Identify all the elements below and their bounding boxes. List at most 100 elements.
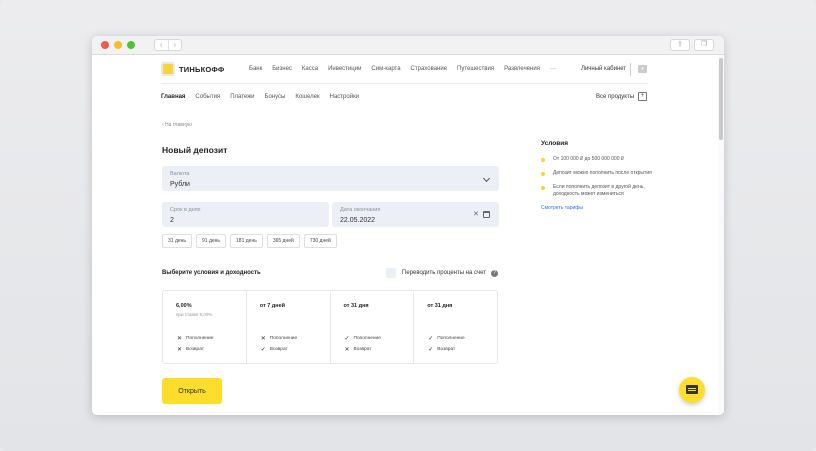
card-title: 6,00% (176, 303, 192, 309)
calendar-icon[interactable] (483, 211, 490, 218)
main-content: ‹ На главную Новый депозит Валюта Рубли … (92, 112, 718, 415)
bullet-dot-icon (541, 172, 545, 176)
aside-item: От 100 000 ₽ до 500 000 000 ₽ (541, 156, 661, 163)
account-link[interactable]: Личный кабинет (581, 66, 626, 72)
topnav-item-investments[interactable]: Инвестиции (328, 66, 361, 72)
account-menu-icon[interactable]: ▾ (638, 65, 647, 73)
subnav-item-events[interactable]: События (195, 94, 220, 100)
check-icon: ✓ (428, 336, 434, 342)
term-label: Срок в днях (170, 207, 201, 213)
subnav-item-bonuses[interactable]: Бонусы (265, 94, 286, 100)
clear-icon[interactable]: ✕ (473, 210, 479, 218)
bullet-dot-icon (541, 158, 545, 162)
open-deposit-button[interactable]: Открыть (162, 378, 222, 404)
card-title: от 31 дня (427, 303, 453, 309)
subnav-item-settings[interactable]: Настройки (330, 94, 359, 100)
topnav-item-entertainment[interactable]: Развлечения (504, 66, 540, 72)
condition-card[interactable]: от 7 дней ✕ Пополнение ✓ Возврат (247, 291, 331, 363)
conditions-aside: Условия От 100 000 ₽ до 500 000 000 ₽ Де… (541, 140, 661, 211)
aside-item-text: Если пополнить депозит в другой день, до… (553, 184, 645, 197)
end-date-value: 22.05.2022 (340, 217, 376, 224)
topnav-item-kassa[interactable]: Касса (302, 66, 318, 72)
cross-icon: ✕ (344, 347, 350, 353)
subnav-item-wallet[interactable]: Кошелек (295, 94, 319, 100)
condition-card[interactable]: от 31 дня ✓ Пополнение ✕ Возврат (331, 291, 415, 363)
card-title: от 31 дня (343, 303, 369, 309)
chat-bubble-icon (686, 385, 698, 394)
card-row-return: ✕ Возврат (176, 346, 204, 353)
subnav-item-payments[interactable]: Платежи (230, 94, 254, 100)
aside-item-text: Депозит можно пополнить после открытия (553, 170, 652, 176)
close-window-button[interactable] (101, 41, 109, 49)
row-label: Пополнение (437, 336, 465, 341)
row-label: Возврат (269, 347, 288, 352)
currency-label: Валюта (170, 171, 190, 177)
row-label: Пополнение (269, 336, 298, 341)
topnav-item-travel[interactable]: Путешествия (457, 66, 494, 72)
back-to-main-link[interactable]: ‹ На главную (162, 122, 192, 128)
chat-button[interactable] (679, 377, 705, 403)
end-date-label: Дата окончания (340, 207, 381, 213)
sub-navigation: Главная События Платежи Бонусы Кошелек Н… (92, 84, 718, 112)
aside-title: Условия (541, 140, 569, 147)
logo-text: ТИНЬКОФФ (179, 64, 225, 74)
aside-item-text: От 100 000 ₽ до 500 000 000 ₽ (553, 156, 625, 162)
maximize-window-button[interactable] (127, 41, 135, 49)
conditions-cards: 6,00% при ставке 6,00% ✕ Пополнение ✕ Во… (162, 290, 498, 364)
row-label: Пополнение (186, 336, 214, 341)
currency-select[interactable]: Валюта Рубли (162, 166, 499, 191)
aside-item: Если пополнить депозит в другой день, до… (541, 184, 661, 198)
check-icon: ✓ (428, 347, 434, 353)
grid-plus-icon[interactable]: + (638, 92, 647, 101)
view-tariffs-link[interactable]: Смотреть тарифы (541, 205, 661, 211)
topnav-item-insurance[interactable]: Страхование (411, 66, 447, 72)
transfer-interest-checkbox[interactable] (386, 268, 396, 278)
term-chip-31[interactable]: 31 день (162, 234, 193, 248)
subnav-item-main[interactable]: Главная (161, 94, 185, 100)
end-date-input[interactable]: Дата окончания 22.05.2022 ✕ (332, 202, 499, 227)
minimize-window-button[interactable] (114, 41, 122, 49)
scrollbar-thumb[interactable] (719, 58, 723, 140)
currency-value: Рубли (170, 181, 190, 188)
chevron-down-icon (482, 174, 491, 183)
bullet-dot-icon (541, 186, 545, 190)
card-row-return: ✕ Возврат (344, 346, 372, 353)
term-chip-181[interactable]: 181 день (230, 234, 263, 248)
cross-icon: ✕ (260, 336, 266, 342)
check-icon: ✓ (260, 347, 266, 353)
term-presets: 31 день 91 день 181 день 365 дней 730 дн… (162, 234, 341, 248)
card-row-topup: ✕ Пополнение (260, 335, 297, 342)
tabs-overview-icon[interactable]: ❐ (694, 39, 714, 51)
term-chip-91[interactable]: 91 день (196, 234, 227, 248)
card-title: от 7 дней (259, 303, 286, 309)
condition-card[interactable]: от 31 дня ✓ Пополнение ✓ Возврат (414, 291, 497, 363)
all-products-link[interactable]: Все продукты (596, 94, 634, 100)
card-row-topup: ✓ Пополнение (427, 335, 464, 342)
back-arrow-icon[interactable]: ‹ (155, 40, 169, 50)
term-chip-365[interactable]: 365 дней (266, 234, 300, 248)
topnav-item-sim[interactable]: Сим-карта (371, 66, 400, 72)
row-label: Возврат (437, 347, 456, 352)
shield-logo-icon (161, 62, 175, 76)
row-label: Возврат (186, 347, 204, 352)
share-icon[interactable]: ⇪ (670, 39, 690, 51)
tinkoff-logo[interactable]: ТИНЬКОФФ (161, 62, 225, 76)
row-label: Пополнение (353, 336, 381, 341)
card-row-return: ✓ Возврат (260, 346, 288, 353)
term-chip-730[interactable]: 730 дней (303, 234, 337, 248)
site-header: ТИНЬКОФФ Банк Бизнес Касса Инвестиции Си… (92, 55, 718, 84)
cross-icon: ✕ (176, 347, 183, 353)
topnav-item-business[interactable]: Бизнес (272, 66, 292, 72)
transfer-interest-label[interactable]: Переводить проценты на счет (402, 270, 486, 276)
forward-arrow-icon[interactable]: › (169, 40, 182, 50)
term-days-input[interactable]: Срок в днях 2 (162, 202, 329, 227)
check-icon: ✓ (344, 336, 350, 342)
row-label: Возврат (353, 347, 372, 352)
browser-titlebar: ‹ › ⇪ ❐ (92, 36, 724, 55)
card-row-return: ✓ Возврат (427, 346, 455, 353)
topnav-item-bank[interactable]: Банк (249, 66, 262, 72)
more-menu-icon[interactable]: ··· (550, 66, 556, 72)
card-row-topup: ✓ Пополнение (344, 335, 381, 342)
condition-card[interactable]: 6,00% при ставке 6,00% ✕ Пополнение ✕ Во… (163, 291, 247, 363)
help-icon[interactable]: ? (491, 270, 498, 277)
